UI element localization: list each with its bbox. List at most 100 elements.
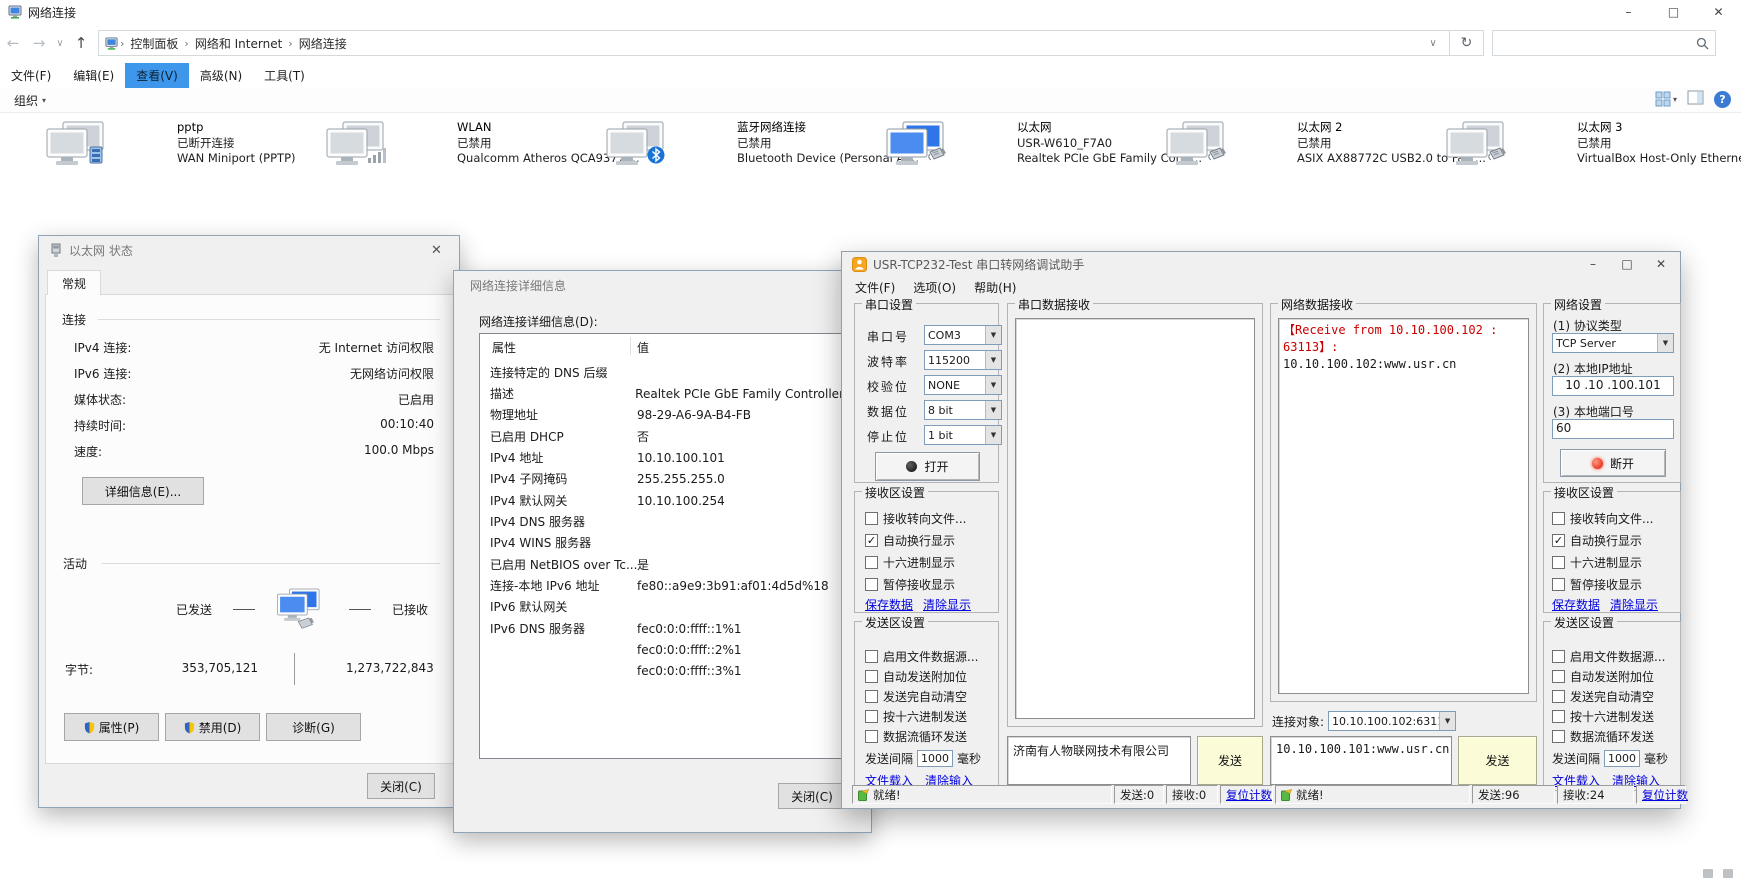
checkbox[interactable]: ✓ [1552, 534, 1565, 547]
adapter-bluetooth[interactable]: 蓝牙网络连接 已禁用 Bluetooth Device (Personal Ar… [605, 118, 879, 178]
open-serial-button[interactable]: 打开 [875, 452, 980, 481]
diagnose-button[interactable]: 诊断(G) [266, 713, 361, 741]
details-button[interactable]: 详细信息(E)... [82, 477, 204, 505]
clear-display-link[interactable]: 清除显示 [1610, 596, 1658, 613]
up-icon[interactable]: ↑ [68, 34, 94, 52]
minimize-icon[interactable]: – [1606, 0, 1651, 24]
disable-button[interactable]: 禁用(D) [165, 713, 260, 741]
save-data-link[interactable]: 保存数据 [865, 596, 913, 613]
usr-menu-help[interactable]: 帮助(H) [965, 277, 1025, 298]
checkbox[interactable] [865, 710, 878, 723]
minimize-icon[interactable]: – [1576, 254, 1610, 274]
tab-general[interactable]: 常规 [47, 270, 101, 295]
table-row: fec0:0:0:ffff::3%1 [490, 660, 844, 681]
checkbox[interactable] [1552, 578, 1565, 591]
search-box[interactable] [1492, 30, 1716, 56]
checkbox[interactable] [1552, 512, 1565, 525]
com-port-select[interactable]: COM3▼ [924, 325, 1002, 345]
checkbox[interactable] [1552, 670, 1565, 683]
clear-display-link[interactable]: 清除显示 [923, 596, 971, 613]
close-icon[interactable]: ✕ [414, 236, 459, 264]
adapter-ethernet[interactable]: 以太网 USR-W610_F7A0 Realtek PCIe GbE Famil… [885, 118, 1159, 178]
checkbox[interactable] [865, 556, 878, 569]
peer-select[interactable]: 10.10.100.102:6311▼ [1328, 711, 1456, 731]
local-ip-input[interactable]: 10 .10 .100.101 [1552, 376, 1674, 396]
adapter-ethernet3[interactable]: 以太网 3 已禁用 VirtualBox Host-Only Ethernet … [1445, 118, 1719, 178]
command-toolbar: 组织 ▾ ▾ ? [0, 88, 1741, 113]
recent-locations-icon[interactable]: ∨ [52, 38, 68, 49]
usr-menu-options[interactable]: 选项(O) [904, 277, 965, 298]
address-dropdown-icon[interactable]: ∨ [1423, 38, 1443, 49]
breadcrumb-control-panel[interactable]: 控制面板 [126, 35, 182, 52]
network-send-button[interactable]: 发送 [1458, 736, 1537, 785]
disconnect-button[interactable]: 断开 [1560, 449, 1666, 477]
caret-down-icon: ▾ [42, 96, 46, 105]
breadcrumb-network-internet[interactable]: 网络和 Internet [191, 35, 286, 52]
adapter-wlan[interactable]: WLAN 已禁用 Qualcomm Atheros QCA9377 ... [325, 118, 599, 178]
interval-input[interactable]: 1000 [1604, 750, 1640, 767]
parity-select[interactable]: NONE▼ [924, 375, 1002, 395]
menu-edit[interactable]: 编辑(E) [62, 63, 125, 88]
close-button[interactable]: 关闭(C) [367, 773, 435, 799]
checkbox[interactable] [865, 650, 878, 663]
databits-select[interactable]: 8 bit▼ [924, 400, 1002, 420]
interval-input[interactable]: 1000 [917, 750, 953, 767]
refresh-icon[interactable]: ↻ [1450, 30, 1484, 56]
checkbox[interactable] [865, 690, 878, 703]
protocol-select[interactable]: TCP Server▼ [1552, 333, 1674, 353]
back-icon[interactable]: ← [0, 34, 26, 52]
maximize-icon[interactable]: □ [1610, 254, 1644, 274]
preview-pane-icon[interactable] [1687, 90, 1704, 108]
serial-receive-area[interactable] [1015, 318, 1255, 719]
serial-send-input[interactable]: 济南有人物联网技术有限公司 [1007, 736, 1191, 785]
properties-button[interactable]: 属性(P) [64, 713, 159, 741]
serial-led-icon [906, 461, 917, 472]
forward-icon[interactable]: → [26, 34, 52, 52]
close-button[interactable]: 关闭(C) [778, 783, 846, 809]
network-receive-area[interactable]: 【Receive from 10.10.100.102 : 63113】: 10… [1278, 318, 1529, 694]
maximize-icon[interactable]: □ [1651, 0, 1696, 24]
baudrate-select[interactable]: 115200▼ [924, 350, 1002, 370]
checkbox[interactable] [865, 730, 878, 743]
help-icon[interactable]: ? [1714, 91, 1731, 108]
serial-reset-count-link[interactable]: 复位计数 [1226, 787, 1272, 803]
explorer-titlebar: 网络连接 – □ ✕ [0, 0, 1741, 24]
checkbox[interactable] [865, 512, 878, 525]
network-send-input[interactable]: 10.10.100.101:www.usr.cn [1270, 736, 1452, 785]
menu-tools[interactable]: 工具(T) [253, 63, 316, 88]
checkbox[interactable] [1552, 556, 1565, 569]
serial-send-button[interactable]: 发送 [1197, 736, 1263, 785]
table-row: IPv4 地址10.10.100.101 [490, 447, 844, 468]
menu-view[interactable]: 查看(V) [125, 63, 189, 88]
checkbox[interactable] [1552, 730, 1565, 743]
checkbox[interactable] [1552, 650, 1565, 663]
search-input[interactable] [1499, 36, 1696, 50]
group-divider [102, 563, 440, 564]
checkbox[interactable] [1552, 690, 1565, 703]
checkbox[interactable] [865, 578, 878, 591]
breadcrumb-network-connections[interactable]: 网络连接 [295, 35, 351, 52]
checkbox[interactable] [1552, 710, 1565, 723]
details-list[interactable]: 属性 值 连接特定的 DNS 后缀 描述Realtek PCIe GbE Fam… [479, 333, 849, 759]
menu-file[interactable]: 文件(F) [0, 63, 62, 88]
local-port-input[interactable]: 60 [1552, 419, 1674, 439]
checkbox[interactable] [865, 670, 878, 683]
stopbits-select[interactable]: 1 bit▼ [924, 425, 1002, 445]
table-row: 已启用 DHCP否 [490, 426, 844, 447]
view-options-icon[interactable]: ▾ [1655, 91, 1677, 107]
close-icon[interactable]: ✕ [1644, 254, 1678, 274]
menu-advanced[interactable]: 高级(N) [189, 63, 253, 88]
interval-label: 发送间隔 [865, 750, 913, 767]
adapter-ethernet2[interactable]: 以太网 2 已禁用 ASIX AX88772C USB2.0 to Fast..… [1165, 118, 1439, 178]
checkbox[interactable]: ✓ [865, 534, 878, 547]
save-data-link[interactable]: 保存数据 [1552, 596, 1600, 613]
usr-menu-file[interactable]: 文件(F) [846, 277, 904, 298]
address-bar[interactable]: › 控制面板 › 网络和 Internet › 网络连接 ∨ [98, 30, 1450, 56]
close-icon[interactable]: ✕ [1696, 0, 1741, 24]
checkbox-label: 十六进制显示 [1570, 554, 1642, 571]
adapter-pptp[interactable]: pptp 已断开连接 WAN Miniport (PPTP) [45, 118, 319, 178]
net-reset-count-link[interactable]: 复位计数 [1642, 787, 1688, 803]
column-property: 属性 [492, 339, 516, 356]
stopbits-label: 停止位 [867, 428, 909, 445]
organize-button[interactable]: 组织 ▾ [14, 92, 46, 109]
